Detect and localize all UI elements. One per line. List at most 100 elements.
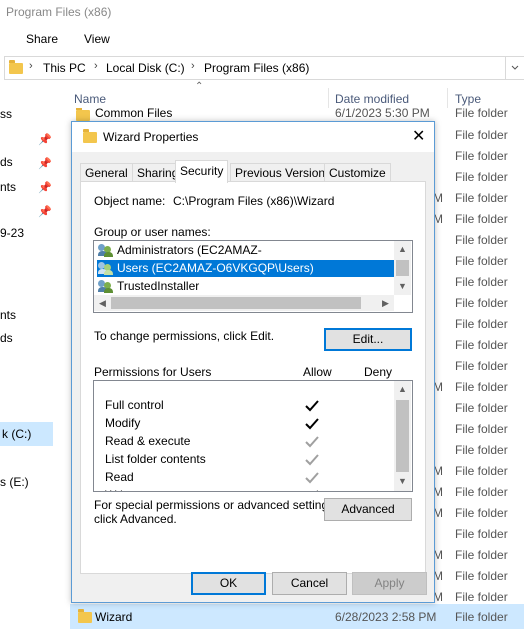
- permission-row: Full control: [105, 396, 385, 414]
- user-item-administrators[interactable]: Administrators (EC2AMAZ-O6VKGQP\Administ…: [97, 242, 397, 274]
- scroll-down-icon[interactable]: ▼: [394, 473, 411, 490]
- breadcrumb-this-pc[interactable]: This PC: [43, 61, 86, 75]
- allow-check-icon: [316, 490, 318, 491]
- scroll-up-icon[interactable]: ▲: [394, 381, 411, 398]
- file-type: File folder: [455, 443, 508, 457]
- address-scroll-icon[interactable]: [506, 56, 524, 80]
- chevron-right-icon: ›: [29, 60, 33, 72]
- explorer-title: Program Files (x86): [6, 5, 112, 19]
- allow-check-icon: [305, 418, 319, 430]
- tab-security[interactable]: Security: [175, 160, 229, 183]
- file-date: 6/1/2023 5:30 PM: [335, 108, 430, 120]
- file-type: File folder: [455, 464, 508, 478]
- nav-item[interactable]: ds: [0, 155, 13, 169]
- ribbon: Share View: [0, 26, 524, 52]
- file-date: 6/28/2023 2:58 PM: [335, 610, 437, 624]
- file-type: File folder: [455, 548, 508, 562]
- file-type: File folder: [455, 275, 508, 289]
- column-header: Name Date modified Type: [64, 88, 524, 108]
- edit-button[interactable]: Edit...: [324, 328, 412, 351]
- breadcrumb-program-files[interactable]: Program Files (x86): [204, 61, 309, 75]
- file-type: File folder: [455, 128, 508, 142]
- cancel-button[interactable]: Cancel: [272, 572, 347, 595]
- column-divider: [447, 88, 448, 108]
- nav-item[interactable]: nts: [0, 308, 16, 322]
- permissions-list: Full control Modify Read & execute List fol…: [93, 380, 413, 492]
- permission-label: Read & execute: [105, 434, 191, 448]
- folder-icon: [9, 60, 23, 74]
- pin-icon: 📌: [38, 206, 52, 218]
- file-type: File folder: [455, 610, 508, 624]
- file-type: File folder: [455, 569, 508, 583]
- column-type[interactable]: Type: [455, 92, 481, 106]
- user-list-vscrollbar[interactable]: ▲ ▼: [394, 241, 411, 295]
- permissions-header: Permissions for Users: [94, 365, 212, 379]
- ribbon-tab-view[interactable]: View: [84, 32, 110, 46]
- tab-general[interactable]: General: [80, 163, 133, 182]
- file-type: File folder: [455, 191, 508, 205]
- scroll-thumb[interactable]: [396, 400, 409, 472]
- dialog-title-bar: Wizard Properties ✕: [72, 122, 434, 152]
- file-type: File folder: [455, 485, 508, 499]
- scroll-left-icon[interactable]: ◀: [94, 295, 111, 311]
- column-date[interactable]: Date modified: [335, 92, 409, 106]
- tab-previous-versions[interactable]: Previous Versions: [230, 163, 337, 182]
- file-type: File folder: [455, 170, 508, 184]
- advanced-button[interactable]: Advanced: [324, 498, 412, 521]
- dialog-title: Wizard Properties: [103, 130, 199, 144]
- deny-header: Deny: [364, 365, 393, 379]
- scroll-down-icon[interactable]: ▼: [394, 278, 411, 295]
- permission-label: Modify: [105, 416, 141, 430]
- object-name-label: Object name:: [94, 194, 166, 208]
- file-name: Common Files: [95, 108, 173, 120]
- nav-item-selected[interactable]: k (C:): [0, 422, 53, 446]
- users-group-icon: [98, 280, 114, 293]
- permission-row: List folder contents: [105, 450, 385, 468]
- scroll-right-icon[interactable]: ▶: [377, 295, 394, 311]
- folder-icon: [78, 609, 92, 623]
- ok-button[interactable]: OK: [191, 572, 266, 595]
- user-item-users-selected[interactable]: Users (EC2AMAZ-O6VKGQP\Users): [97, 260, 394, 277]
- tab-customize[interactable]: Customize: [324, 163, 391, 182]
- file-type: File folder: [455, 212, 508, 226]
- scroll-up-icon[interactable]: ▲: [394, 241, 411, 258]
- file-type: File folder: [455, 108, 508, 120]
- nav-item[interactable]: ss: [0, 107, 12, 121]
- scroll-thumb[interactable]: [396, 260, 409, 276]
- file-row-selected[interactable]: Wizard 6/28/2023 2:58 PM File folder: [70, 604, 524, 629]
- chevron-right-icon: ›: [94, 60, 98, 72]
- user-list-hscrollbar[interactable]: ◀ ▶: [94, 295, 394, 311]
- close-icon[interactable]: ✕: [412, 126, 425, 146]
- object-name-value: C:\Program Files (x86)\Wizard: [173, 194, 335, 208]
- user-list[interactable]: Administrators (EC2AMAZ-O6VKGQP\Administ…: [93, 240, 413, 313]
- nav-item[interactable]: nts: [0, 180, 16, 194]
- navigation-pane: ss 📌 ds 📌 nts 📌 📌 9-23 nts ds k (C:) s (…: [0, 80, 58, 636]
- nav-item[interactable]: 9-23: [0, 226, 24, 240]
- permission-row: Write: [105, 486, 385, 491]
- change-permissions-text: To change permissions, click Edit.: [94, 329, 275, 343]
- address-bar[interactable]: › This PC › Local Disk (C:) › Program Fi…: [4, 56, 506, 80]
- file-type: File folder: [455, 317, 508, 331]
- users-group-icon: [98, 262, 114, 275]
- column-name[interactable]: Name: [74, 92, 106, 106]
- users-group-icon: [98, 244, 114, 257]
- permissions-vscrollbar[interactable]: ▲ ▼: [394, 381, 411, 491]
- file-type: File folder: [455, 233, 508, 247]
- nav-item[interactable]: s (E:): [0, 475, 29, 489]
- folder-icon: [76, 108, 90, 121]
- special-permissions-text: For special permissions or advanced sett…: [94, 498, 338, 512]
- ribbon-tab-share[interactable]: Share: [26, 32, 58, 46]
- security-tab-panel: Object name: C:\Program Files (x86)\Wiza…: [80, 181, 426, 574]
- file-row[interactable]: Common Files 6/1/2023 5:30 PM File folde…: [64, 108, 524, 121]
- allow-check-icon: [305, 472, 319, 484]
- nav-item[interactable]: ds: [0, 331, 13, 345]
- user-item-trustedinstaller[interactable]: TrustedInstaller: [97, 278, 397, 295]
- scroll-thumb[interactable]: [111, 297, 361, 309]
- breadcrumb-local-disk[interactable]: Local Disk (C:): [106, 61, 185, 75]
- allow-check-icon: [305, 454, 319, 466]
- file-type: File folder: [455, 296, 508, 310]
- apply-button[interactable]: Apply: [352, 572, 427, 595]
- file-type: File folder: [455, 590, 508, 604]
- file-type: File folder: [455, 380, 508, 394]
- special-permissions-text-2: click Advanced.: [94, 512, 177, 526]
